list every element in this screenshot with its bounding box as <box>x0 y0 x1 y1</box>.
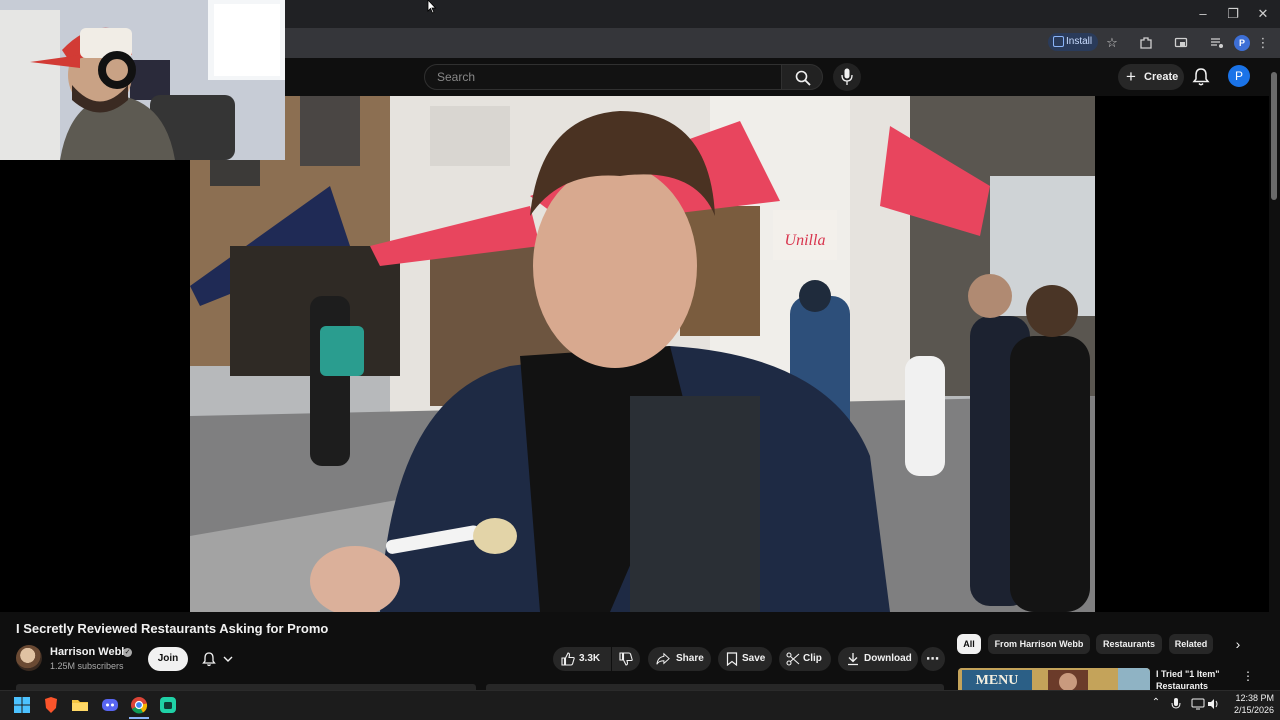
bookmark-star-icon[interactable]: ☆ <box>1102 34 1122 52</box>
video-player[interactable]: Unilla <box>190 96 1095 612</box>
more-actions-button[interactable]: ⋯ <box>921 647 945 671</box>
tray-network-icon[interactable] <box>1191 698 1205 710</box>
close-window-button[interactable]: ✕ <box>1248 4 1278 24</box>
webcam-streamer-image <box>0 0 285 160</box>
download-icon <box>848 653 858 666</box>
extensions-icon[interactable] <box>1136 34 1156 52</box>
cast-icon[interactable] <box>1171 34 1191 52</box>
tray-volume-icon[interactable] <box>1207 698 1221 710</box>
mouse-cursor-icon <box>427 0 437 14</box>
install-label: Install <box>1066 36 1093 47</box>
plus-icon: + <box>1126 67 1136 86</box>
account-avatar[interactable]: P <box>1228 65 1250 87</box>
restore-window-button[interactable]: ❐ <box>1218 4 1248 24</box>
video-letterbox-left <box>0 96 190 612</box>
recommendation-more-icon[interactable]: ⋮ <box>1242 669 1254 683</box>
brave-browser-icon[interactable] <box>41 695 61 715</box>
download-label: Download <box>864 653 912 664</box>
save-button[interactable]: Save <box>718 647 772 671</box>
voice-search-button[interactable] <box>833 63 861 91</box>
channel-avatar[interactable] <box>16 645 42 671</box>
clip-button[interactable]: Clip <box>779 647 831 671</box>
chrome-icon[interactable] <box>129 695 149 715</box>
file-explorer-icon[interactable] <box>70 695 90 715</box>
chip-related[interactable]: Related <box>1169 634 1213 654</box>
video-title: I Secretly Reviewed Restaurants Asking f… <box>16 621 329 636</box>
discord-icon[interactable] <box>100 695 120 715</box>
windows-start-icon[interactable] <box>12 695 32 715</box>
clock-date: 2/15/2026 <box>1233 705 1274 715</box>
like-count: 3.3K <box>579 653 601 664</box>
video-letterbox-right <box>1095 96 1269 612</box>
recommendation-thumbnail[interactable]: MENU <box>958 668 1150 690</box>
like-button[interactable]: 3.3K <box>553 647 611 671</box>
chip-from-channel[interactable]: From Harrison Webb <box>988 634 1090 654</box>
save-label: Save <box>742 653 766 664</box>
microphone-icon <box>841 68 853 85</box>
recommendation-thumbnail-image: MENU <box>958 668 1150 690</box>
chip-all[interactable]: All <box>957 634 981 654</box>
scissors-icon <box>786 652 800 666</box>
share-label: Share <box>676 653 704 664</box>
tray-microphone-icon[interactable] <box>1170 697 1182 711</box>
page-scrollbar[interactable] <box>1271 72 1277 200</box>
search-button[interactable] <box>781 64 823 90</box>
taskbar-clock[interactable]: 12:38 PM 2/15/2026 <box>1222 692 1274 716</box>
chevron-right-icon[interactable]: › <box>1230 636 1246 652</box>
media-controls-icon[interactable] <box>1207 34 1227 52</box>
dislike-button[interactable] <box>612 647 640 671</box>
search-icon <box>795 70 811 86</box>
clock-time: 12:38 PM <box>1235 693 1274 703</box>
join-button[interactable]: Join <box>148 647 188 671</box>
storefront-sign-text: Unilla <box>785 232 826 249</box>
chevron-down-icon <box>223 656 233 662</box>
subscription-notifications-button[interactable] <box>193 647 243 671</box>
video-frame-street-scene: Unilla <box>190 96 1095 612</box>
download-button[interactable]: Download <box>838 647 918 671</box>
notifications-bell-icon[interactable] <box>1191 67 1211 87</box>
bell-icon <box>202 652 216 667</box>
chip-restaurants[interactable]: Restaurants <box>1096 634 1162 654</box>
create-button[interactable]: + Create <box>1118 64 1184 90</box>
subscriber-count: 1.25M subscribers <box>50 661 124 671</box>
install-app-button[interactable]: Install <box>1048 33 1098 51</box>
install-icon <box>1053 36 1064 47</box>
recommendation-title[interactable]: I Tried "1 Item" Restaurants <box>1156 668 1236 690</box>
minimize-window-button[interactable]: – <box>1188 4 1218 24</box>
thumbs-up-icon <box>561 652 575 666</box>
browser-menu-icon[interactable]: ⋮ <box>1256 34 1270 52</box>
tray-overflow-chevron-icon[interactable]: ⌃ <box>1150 697 1162 711</box>
active-app-indicator <box>129 717 149 719</box>
windows-taskbar <box>0 690 1280 720</box>
verified-badge-icon: ✓ <box>123 648 132 657</box>
thumbs-down-icon <box>619 652 633 666</box>
channel-name[interactable]: Harrison Webb <box>50 646 128 658</box>
search-input[interactable]: Search <box>424 64 782 90</box>
thumbnail-menu-text: MENU <box>976 673 1019 688</box>
browser-profile-avatar[interactable]: P <box>1234 35 1250 51</box>
webcam-overlay <box>0 0 285 160</box>
bookmark-icon <box>726 652 738 666</box>
create-label: Create <box>1144 71 1179 83</box>
messenger-app-icon[interactable] <box>158 695 178 715</box>
share-arrow-icon <box>656 652 670 665</box>
share-button[interactable]: Share <box>648 647 711 671</box>
clip-label: Clip <box>803 653 822 664</box>
